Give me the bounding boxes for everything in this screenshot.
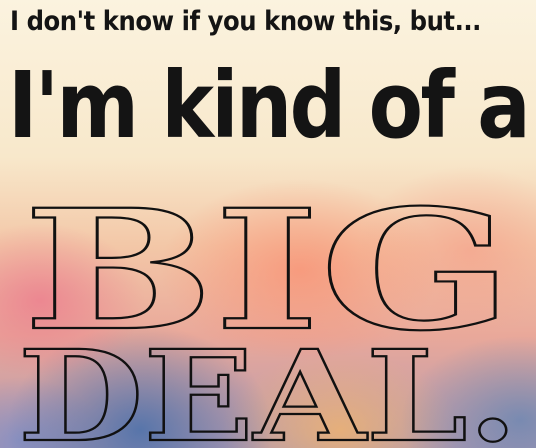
- big-word: BIG BIG: [0, 196, 536, 336]
- quote-poster: I don't know if you know this, but... I'…: [0, 0, 536, 448]
- kind-of-line: I'm kind of a: [8, 52, 531, 159]
- deal-word: DEAL.: [0, 340, 536, 448]
- deal-word-graphic: DEAL.: [17, 340, 519, 448]
- deal-word-text: DEAL.: [18, 340, 518, 448]
- intro-line: I don't know if you know this, but...: [10, 6, 481, 37]
- big-word-graphic: BIG BIG: [22, 196, 514, 336]
